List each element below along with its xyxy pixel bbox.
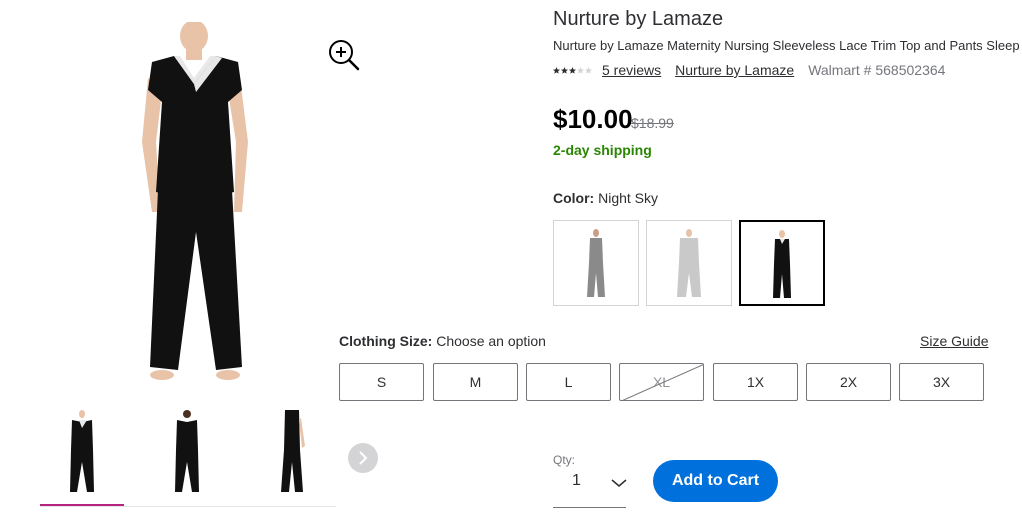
- size-guide-link[interactable]: Size Guide: [920, 333, 988, 349]
- color-swatch-light-gray[interactable]: [646, 220, 732, 306]
- chevron-right-icon[interactable]: [348, 443, 378, 473]
- current-price: $10.00: [553, 104, 633, 134]
- size-option-3x[interactable]: 3X: [899, 363, 984, 401]
- size-option-m[interactable]: M: [433, 363, 518, 401]
- walmart-number: Walmart # 568502364: [808, 62, 946, 78]
- was-price: $18.99: [631, 115, 674, 131]
- add-to-cart-button[interactable]: Add to Cart: [653, 460, 778, 502]
- size-option-2x[interactable]: 2X: [806, 363, 891, 401]
- color-label-title: Color:: [553, 190, 595, 206]
- star-filled-icon: [561, 66, 568, 74]
- thumbnail-divider: [40, 506, 336, 507]
- product-brand-title: Nurture by Lamaze: [553, 8, 724, 30]
- thumbnail-back[interactable]: [145, 408, 229, 504]
- quantity-label: Qty:: [553, 453, 576, 467]
- reviews-link[interactable]: 5 reviews: [602, 62, 661, 78]
- star-filled-icon: [553, 66, 560, 74]
- size-selected-value: Choose an option: [436, 333, 546, 349]
- size-option-s[interactable]: S: [339, 363, 424, 401]
- star-filled-icon: [569, 66, 576, 74]
- star-empty-icon: [577, 66, 584, 74]
- size-label: Clothing Size: Choose an option: [339, 333, 546, 349]
- product-name: Nurture by Lamaze Maternity Nursing Slee…: [553, 38, 1020, 53]
- quantity-select[interactable]: 1: [553, 468, 627, 508]
- brand-link[interactable]: Nurture by Lamaze: [675, 62, 794, 78]
- shipping-badge: 2-day shipping: [553, 142, 652, 158]
- color-selected-value: Night Sky: [598, 190, 659, 206]
- size-option-1x[interactable]: 1X: [713, 363, 798, 401]
- size-option-l[interactable]: L: [526, 363, 611, 401]
- chevron-down-icon: [611, 479, 627, 487]
- color-swatch-night-sky[interactable]: [739, 220, 825, 306]
- thumbnail-front[interactable]: [40, 408, 124, 506]
- thumbnail-side[interactable]: [250, 408, 334, 504]
- main-product-image[interactable]: [130, 20, 265, 392]
- color-swatch-gray[interactable]: [553, 220, 639, 306]
- color-label: Color: Night Sky: [553, 190, 658, 206]
- star-rating: [553, 66, 592, 74]
- quantity-value: 1: [572, 472, 581, 489]
- product-meta-row: 5 reviews Nurture by Lamaze Walmart # 56…: [553, 62, 945, 78]
- zoom-in-icon[interactable]: [327, 38, 361, 72]
- star-empty-icon: [585, 66, 592, 74]
- size-label-title: Clothing Size:: [339, 333, 433, 349]
- thumbnail-strip: [40, 408, 340, 508]
- size-option-xl[interactable]: XL: [619, 363, 704, 401]
